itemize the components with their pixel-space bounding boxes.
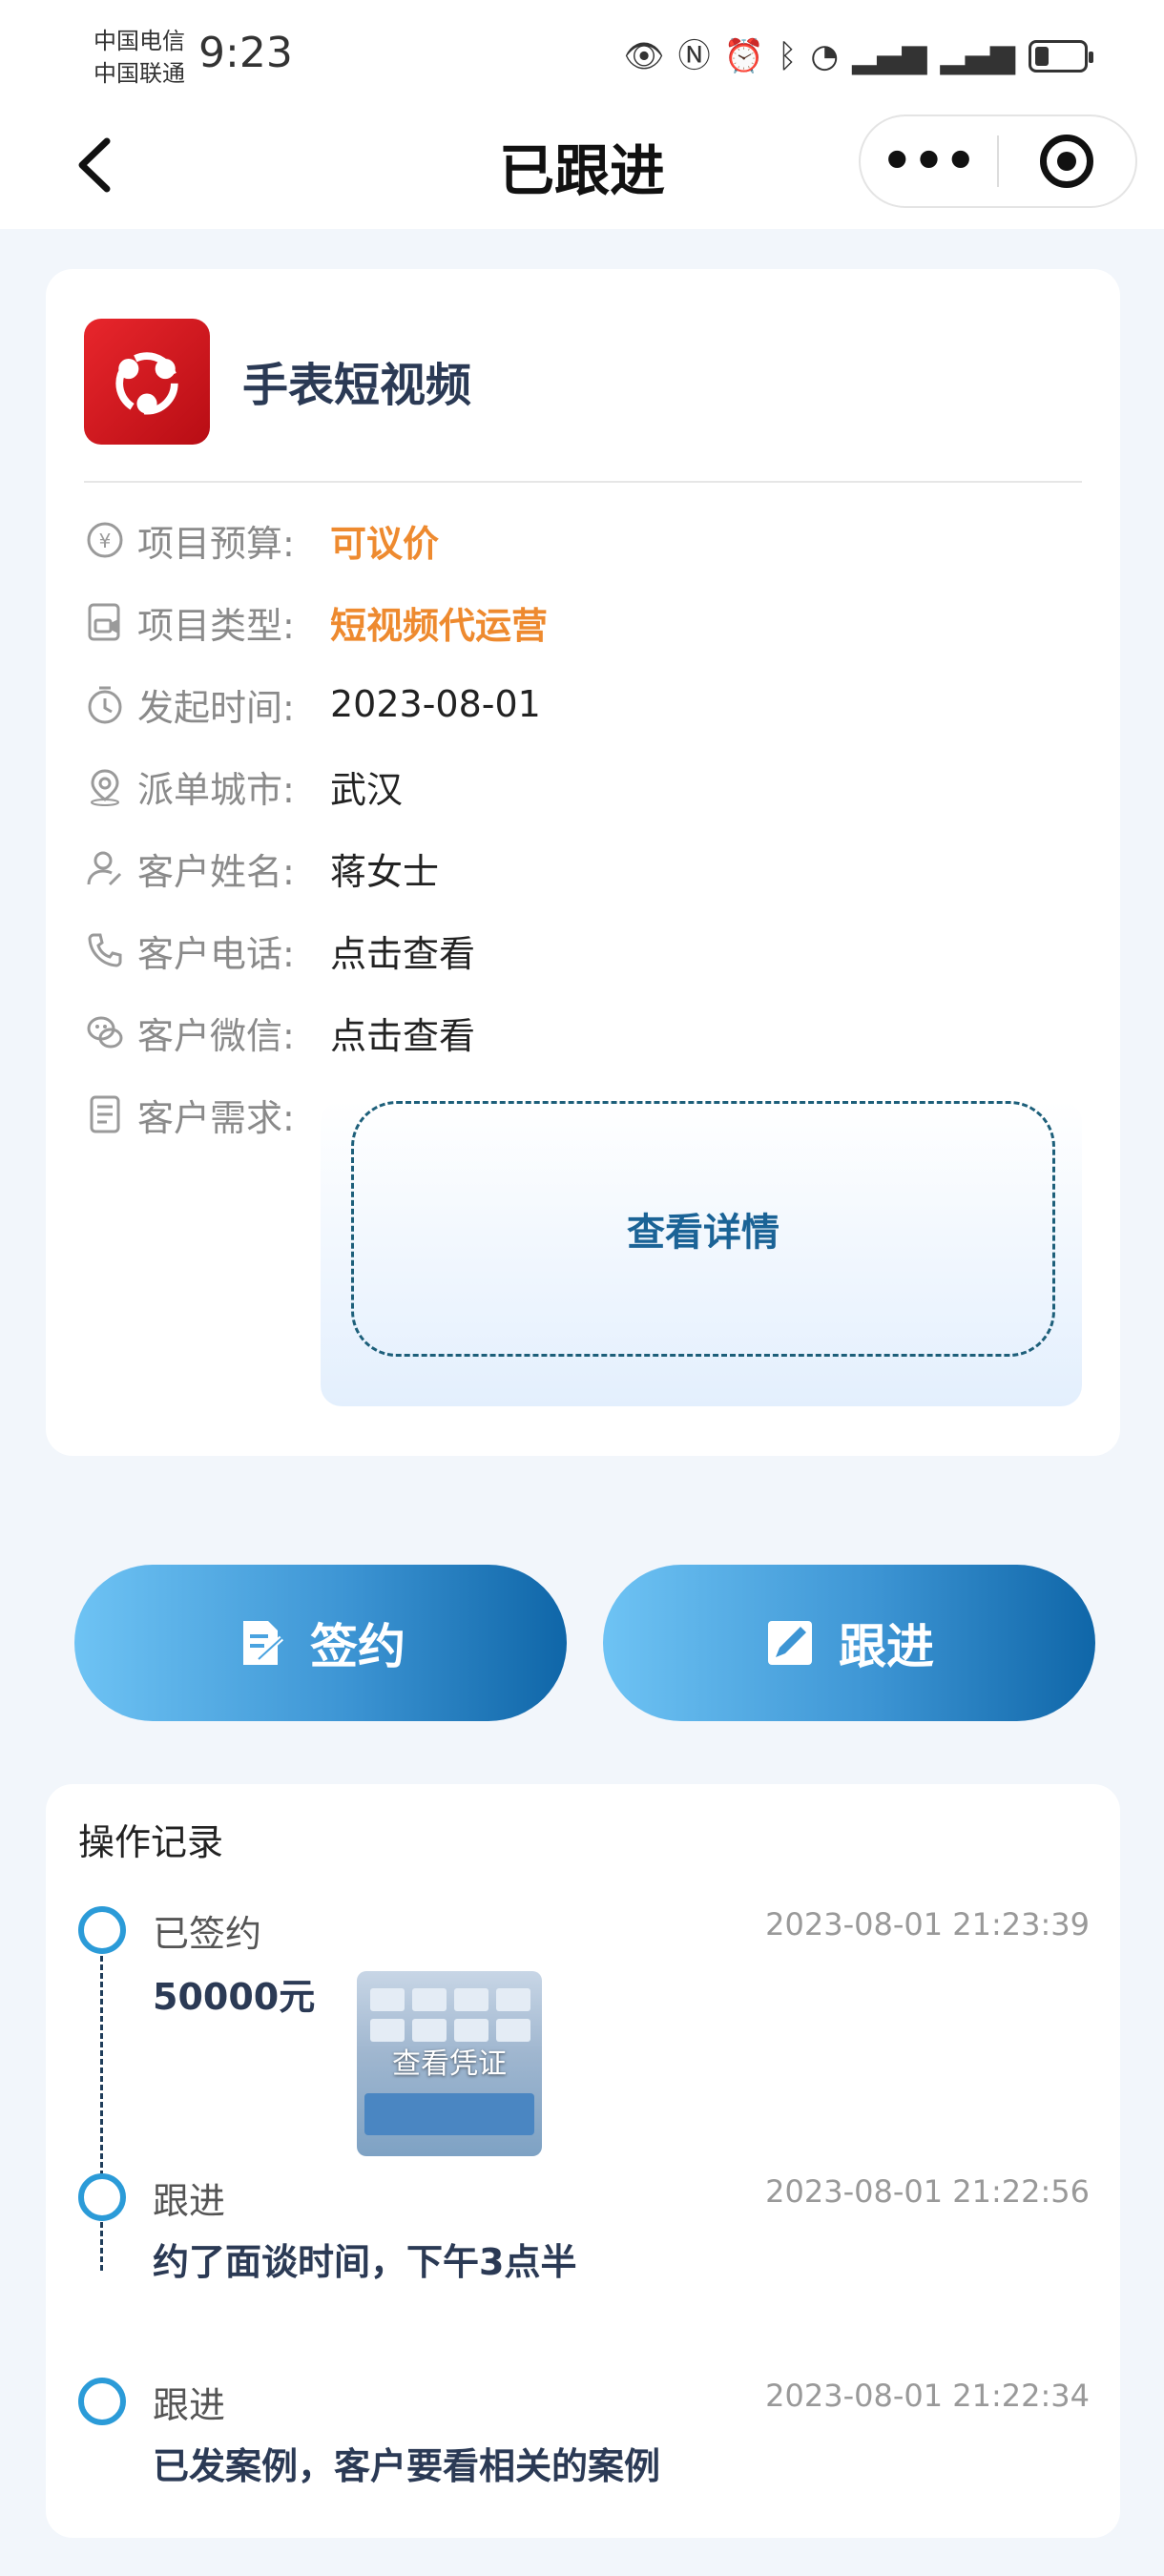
field-value: 蒋女士 <box>330 850 440 893</box>
sign-label: 签约 <box>310 1619 405 1674</box>
follow-up-label: 跟进 <box>839 1619 934 1674</box>
timeline-dot <box>78 1906 126 1954</box>
record-note: 约了面谈时间，下午3点半 <box>153 2241 577 2283</box>
field-label: 派单城市: <box>137 768 295 811</box>
field-value: 可议价 <box>330 522 440 565</box>
field-label: 客户电话: <box>137 932 295 975</box>
field-customer-wechat[interactable]: 客户微信: 点击查看 <box>84 1004 475 1061</box>
field-start-time: 发起时间: 2023-08-01 <box>84 675 541 733</box>
record-note: 已发案例，客户要看相关的案例 <box>153 2445 661 2487</box>
operation-records: 操作记录 已签约 2023-08-01 21:23:39 50000元 查看凭证… <box>46 1784 1120 2538</box>
view-details-label: 查看详情 <box>627 1211 779 1255</box>
sign-button[interactable]: 签约 <box>74 1565 567 1721</box>
field-label: 客户需求: <box>137 1096 295 1139</box>
more-button[interactable]: ••• <box>861 136 997 186</box>
signal-icon: ▂▄▆ <box>852 37 927 75</box>
record-time: 2023-08-01 21:22:56 <box>765 2173 1090 2210</box>
record-amount: 50000元 <box>153 1976 316 2018</box>
field-label: 发起时间: <box>137 686 295 729</box>
bluetooth-icon: ᛒ <box>778 37 798 75</box>
record-type: 跟进 <box>153 2384 226 2426</box>
carrier-info: 中国电信 中国联通 <box>94 25 185 90</box>
yen-icon: ¥ <box>84 519 126 561</box>
field-label: 客户微信: <box>137 1014 295 1057</box>
view-wechat-link[interactable]: 点击查看 <box>330 1007 475 1059</box>
edit-icon <box>764 1617 816 1669</box>
field-value: 武汉 <box>330 768 404 811</box>
timer-icon <box>84 683 126 725</box>
view-phone-link[interactable]: 点击查看 <box>330 924 475 977</box>
field-customer-phone[interactable]: 客户电话: 点击查看 <box>84 922 475 979</box>
close-miniapp-button[interactable] <box>999 135 1135 188</box>
timeline-dot <box>78 2173 126 2221</box>
divider <box>84 481 1082 483</box>
field-value: 短视频代运营 <box>330 604 549 647</box>
eye-icon: 👁 <box>623 37 665 75</box>
nfc-icon: Ⓝ <box>677 37 711 75</box>
status-icons: 👁 Ⓝ ⏰ ᛒ ◔ ▂▄▆ ▂▄▆ <box>623 34 1093 78</box>
view-details-button[interactable]: 查看详情 <box>351 1101 1055 1357</box>
target-icon <box>1040 135 1094 188</box>
svg-text:¥: ¥ <box>99 530 112 552</box>
record-time: 2023-08-01 21:22:34 <box>765 2378 1090 2414</box>
field-customer-name: 客户姓名: 蒋女士 <box>84 840 439 897</box>
project-logo <box>84 319 210 445</box>
carrier-2: 中国联通 <box>94 60 185 87</box>
field-value: 2023-08-01 <box>330 683 541 725</box>
timeline-dot <box>78 2378 126 2425</box>
timeline-line <box>100 1956 103 2271</box>
battery-icon <box>1029 40 1093 73</box>
field-label: 项目类型: <box>137 604 295 647</box>
project-card: 手表短视频 ¥ 项目预算: 可议价 项目类型: 短视频代运营 发起时间: 202… <box>46 269 1120 1456</box>
field-type: 项目类型: 短视频代运营 <box>84 593 548 651</box>
field-label: 客户姓名: <box>137 850 295 893</box>
phone-icon <box>84 929 126 971</box>
record-time: 2023-08-01 21:23:39 <box>765 1906 1090 1942</box>
video-icon <box>84 601 126 643</box>
location-icon <box>84 765 126 807</box>
carrier-1: 中国电信 <box>94 28 185 54</box>
status-clock: 9:23 <box>198 29 293 77</box>
wechat-icon <box>84 1011 126 1053</box>
user-icon <box>84 847 126 889</box>
needs-detail-panel: 查看详情 <box>321 1101 1082 1406</box>
record-type: 跟进 <box>153 2180 226 2222</box>
wifi-icon: ◔ <box>810 37 840 75</box>
signal-icon: ▂▄▆ <box>940 37 1015 75</box>
field-customer-needs: 客户需求: <box>84 1086 328 1143</box>
field-label: 项目预算: <box>137 522 295 565</box>
field-city: 派单城市: 武汉 <box>84 758 403 815</box>
status-bar: 中国电信 中国联通 9:23 👁 Ⓝ ⏰ ᛒ ◔ ▂▄▆ ▂▄▆ <box>0 0 1164 103</box>
contract-icon <box>236 1617 287 1669</box>
record-type: 已签约 <box>153 1913 262 1955</box>
records-title: 操作记录 <box>78 1821 224 1863</box>
project-name: 手表短视频 <box>242 359 472 412</box>
follow-up-button[interactable]: 跟进 <box>603 1565 1095 1721</box>
view-voucher-label: 查看凭证 <box>392 2047 507 2081</box>
voucher-thumbnail[interactable]: 查看凭证 <box>357 1971 542 2156</box>
miniapp-capsule: ••• <box>859 114 1137 208</box>
alarm-icon: ⏰ <box>723 37 765 75</box>
nav-bar: 已跟进 ••• <box>0 103 1164 229</box>
field-budget: ¥ 项目预算: 可议价 <box>84 511 439 569</box>
share-logo-icon <box>115 352 178 415</box>
document-icon <box>84 1093 126 1135</box>
